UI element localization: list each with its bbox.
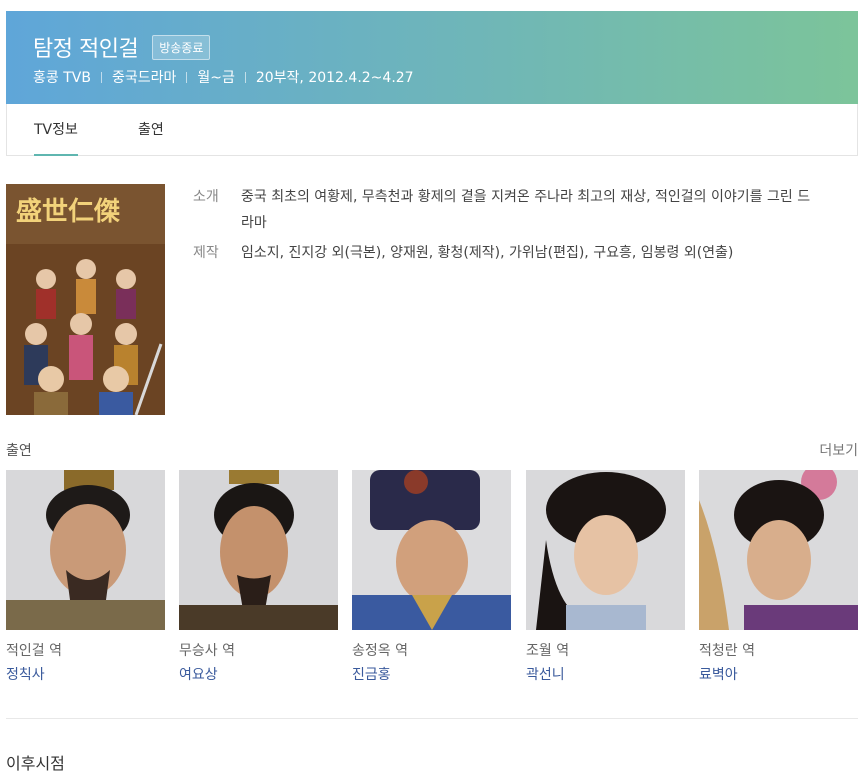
program-header: 탐정 적인걸 방송종료 홍콩 TVB 중국드라마 월~금 20부작, 2012.… — [6, 11, 858, 104]
cast-role: 적인걸 역 — [6, 643, 62, 659]
meta-separator — [186, 71, 188, 83]
cast-actor-link[interactable]: 여요상 — [179, 664, 338, 684]
intro-text: 중국 최초의 여황제, 무측천과 황제의 곁을 지켜온 주나라 최고의 재상, … — [241, 189, 811, 231]
intro-label: 소개 — [193, 189, 219, 205]
status-badge: 방송종료 — [152, 34, 211, 60]
cast-role: 조월 역 — [526, 643, 570, 659]
cast-item[interactable]: 송정옥 역 진금홍 — [352, 470, 511, 684]
production-label: 제작 — [193, 245, 219, 261]
cast-actor-link[interactable]: 곽선니 — [526, 664, 685, 684]
poster-image[interactable]: 盛世仁傑 — [6, 184, 165, 415]
cast-photo[interactable] — [179, 470, 338, 630]
cast-photo[interactable] — [352, 470, 511, 630]
cast-actor-link[interactable]: 정칙사 — [6, 664, 165, 684]
cast-item[interactable]: 적청란 역 료벽아 — [699, 470, 858, 684]
tab-tv-info[interactable]: TV정보 — [34, 104, 78, 156]
meta-channel: 홍콩 TVB — [33, 70, 91, 86]
info-production-row: 제작 임소지, 진지강 외(극본), 양재원, 황청(제작), 가위남(편집),… — [193, 240, 818, 266]
production-text: 임소지, 진지강 외(극본), 양재원, 황청(제작), 가위남(편집), 구요… — [241, 245, 734, 261]
cast-actor-link[interactable]: 진금홍 — [352, 664, 511, 684]
cast-item[interactable]: 조월 역 곽선니 — [526, 470, 685, 684]
meta-episodes: 20부작, 2012.4.2~4.27 — [255, 70, 414, 86]
cast-photo[interactable] — [526, 470, 685, 630]
cast-section-header: 출연 더보기 — [6, 440, 858, 460]
program-meta: 홍콩 TVB 중국드라마 월~금 20부작, 2012.4.2~4.27 — [33, 67, 414, 87]
meta-separator — [244, 71, 246, 83]
cast-item[interactable]: 무승사 역 여요상 — [179, 470, 338, 684]
actor-portrait — [699, 470, 858, 630]
meta-separator — [100, 71, 102, 83]
cast-section-title: 출연 — [6, 443, 32, 459]
info-intro-row: 소개 중국 최초의 여황제, 무측천과 황제의 곁을 지켜온 주나라 최고의 재… — [193, 184, 818, 236]
cast-role: 송정옥 역 — [352, 643, 408, 659]
tab-bar: TV정보 출연 — [6, 104, 858, 156]
cast-role: 적청란 역 — [699, 643, 755, 659]
actor-portrait — [352, 470, 511, 630]
meta-schedule: 월~금 — [197, 70, 235, 86]
actor-portrait — [6, 470, 165, 630]
cast-role: 무승사 역 — [179, 643, 235, 659]
cast-item[interactable]: 적인걸 역 정칙사 — [6, 470, 165, 684]
title-row: 탐정 적인걸 방송종료 — [33, 31, 211, 63]
cast-photo[interactable] — [699, 470, 858, 630]
next-section-title: 이후시점 — [6, 754, 65, 773]
more-link[interactable]: 더보기 — [819, 440, 858, 460]
program-info: 소개 중국 최초의 여황제, 무측천과 황제의 곁을 지켜온 주나라 최고의 재… — [193, 184, 818, 270]
actor-portrait — [179, 470, 338, 630]
svg-text:盛世仁傑: 盛世仁傑 — [16, 196, 120, 227]
tab-cast[interactable]: 출연 — [138, 104, 164, 156]
program-title: 탐정 적인걸 — [33, 37, 139, 62]
cast-actor-link[interactable]: 료벽아 — [699, 664, 858, 684]
cast-photo[interactable] — [6, 470, 165, 630]
poster-artwork: 盛世仁傑 — [6, 184, 165, 415]
meta-genre: 중국드라마 — [111, 70, 177, 86]
actor-portrait — [526, 470, 685, 630]
section-divider — [6, 718, 858, 719]
